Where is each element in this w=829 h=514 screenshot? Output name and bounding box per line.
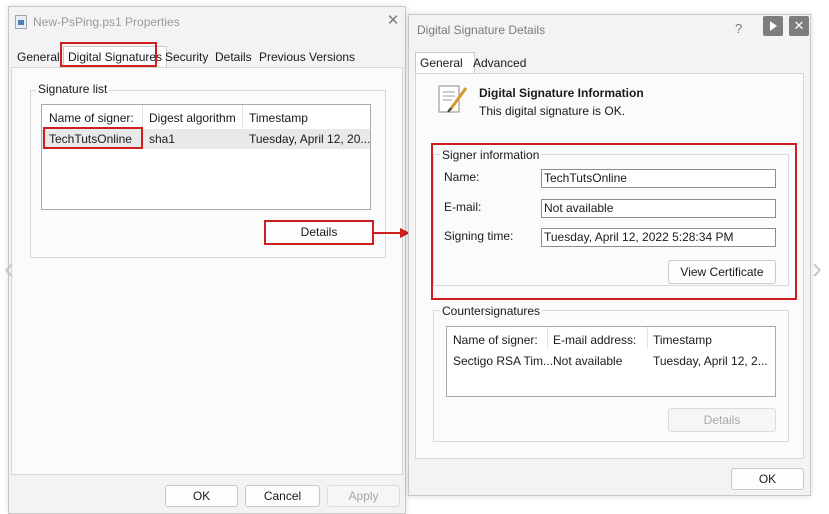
- details-button[interactable]: Details: [264, 220, 374, 245]
- countersignatures-list[interactable]: Name of signer: E-mail address: Timestam…: [446, 326, 776, 397]
- tab-general[interactable]: General: [415, 52, 475, 75]
- column-header-signer[interactable]: Name of signer:: [49, 111, 134, 125]
- tab-advanced[interactable]: Advanced: [469, 53, 530, 73]
- info-status: This digital signature is OK.: [479, 104, 626, 118]
- signature-list[interactable]: Name of signer: Digest algorithm Timesta…: [41, 104, 371, 210]
- column-header-email[interactable]: E-mail address:: [553, 333, 636, 347]
- column-header-digest[interactable]: Digest algorithm: [149, 111, 236, 125]
- row-digest: sha1: [149, 132, 176, 146]
- row-signer: Sectigo RSA Tim...: [453, 354, 554, 368]
- close-icon[interactable]: ✕: [789, 16, 809, 36]
- next-arrow-icon[interactable]: ›: [812, 254, 822, 284]
- file-icon: [15, 15, 27, 29]
- previous-arrow-icon[interactable]: ‹: [4, 254, 14, 284]
- column-header-timestamp[interactable]: Timestamp: [653, 333, 712, 347]
- row-email: Not available: [553, 354, 623, 368]
- column-header-timestamp[interactable]: Timestamp: [249, 111, 308, 125]
- help-icon[interactable]: ?: [735, 21, 742, 36]
- column-divider: [142, 105, 143, 129]
- column-divider: [647, 327, 648, 349]
- tab-panel: Signature list Name of signer: Digest al…: [11, 67, 403, 475]
- column-divider: [242, 105, 243, 129]
- signature-list-label: Signature list: [36, 82, 110, 96]
- column-divider: [547, 327, 548, 349]
- window-title: New-PsPing.ps1 Properties: [33, 15, 180, 29]
- cancel-button[interactable]: Cancel: [245, 485, 320, 507]
- signer-info-highlight: [431, 143, 797, 300]
- apply-button[interactable]: Apply: [327, 485, 400, 507]
- column-header-signer[interactable]: Name of signer:: [453, 333, 538, 347]
- tab-security[interactable]: Security: [161, 47, 212, 67]
- connector-arrow-icon: [374, 228, 410, 238]
- ok-button[interactable]: OK: [731, 468, 804, 490]
- properties-window: New-PsPing.ps1 Properties ✕ General Digi…: [8, 6, 406, 514]
- ok-button[interactable]: OK: [165, 485, 238, 507]
- signature-details-window: Digital Signature Details ? ✕ General Ad…: [408, 14, 811, 496]
- tab-general[interactable]: General: [13, 47, 64, 67]
- row-timestamp: Tuesday, April 12, 2...: [653, 354, 768, 368]
- tab-highlight: [60, 42, 157, 67]
- info-heading: Digital Signature Information: [479, 86, 644, 100]
- countersignature-details-button[interactable]: Details: [668, 408, 776, 432]
- row-timestamp: Tuesday, April 12, 20...: [249, 132, 371, 146]
- tab-strip: General Advanced: [415, 52, 615, 75]
- table-row[interactable]: Sectigo RSA Tim... Not available Tuesday…: [447, 349, 775, 369]
- tab-details[interactable]: Details: [211, 47, 256, 67]
- window-title: Digital Signature Details: [417, 23, 546, 37]
- tab-previous-versions[interactable]: Previous Versions: [255, 47, 359, 67]
- next-icon[interactable]: [763, 16, 783, 36]
- close-icon[interactable]: ✕: [385, 12, 401, 30]
- signer-highlight: [43, 127, 143, 149]
- countersignatures-label: Countersignatures: [440, 304, 543, 318]
- certificate-icon: [438, 85, 468, 113]
